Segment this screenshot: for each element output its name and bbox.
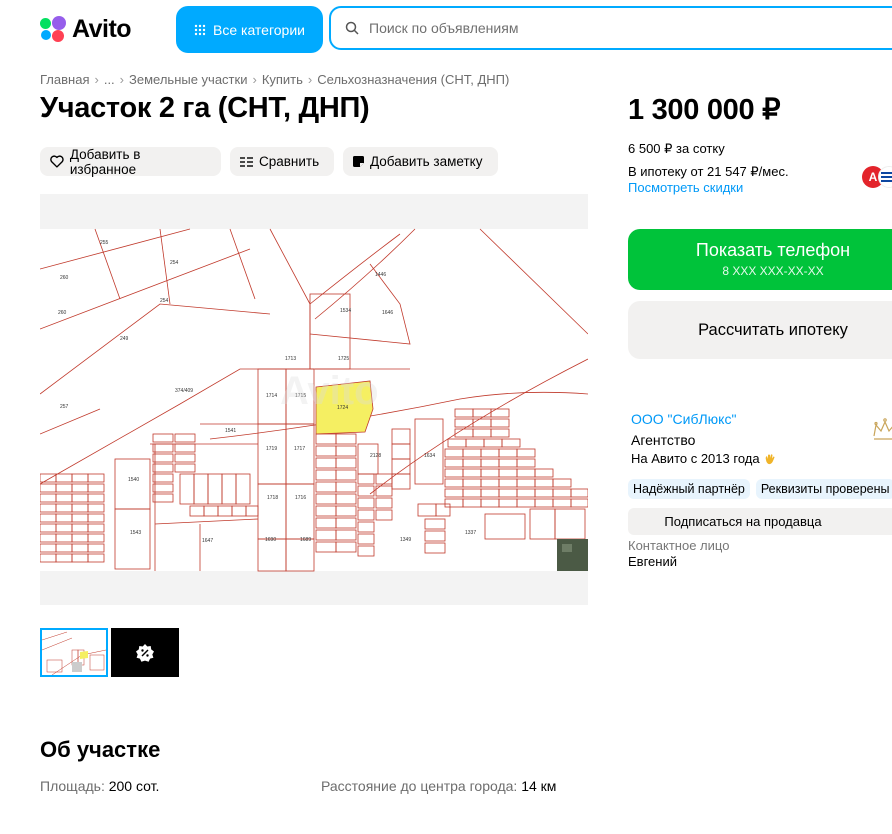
show-phone-label: Показать телефон [695, 240, 851, 260]
seller-logo[interactable] [870, 414, 892, 444]
listing-price: 1 300 000 ₽ [628, 94, 781, 126]
breadcrumb-separator: › [119, 72, 125, 87]
distance-param: Расстояние до центра города: 14 км [321, 778, 556, 794]
svg-text:1647: 1647 [202, 538, 213, 544]
seller-since: На Авито с 2013 года [631, 451, 776, 466]
breadcrumb-separator: › [307, 72, 313, 87]
breadcrumb-separator: › [94, 72, 99, 87]
mortgage-info: В ипотеку от 21 547 ₽/мес. [628, 164, 789, 179]
listing-photo[interactable]: 255 254 260 254 260 249 374/409 257 1541 1713 1… [40, 194, 588, 605]
calculate-mortgage-label: Рассчитать ипотеку [698, 320, 848, 339]
svg-text:254: 254 [170, 260, 179, 266]
seller-since-text: На Авито с 2013 года [631, 451, 760, 466]
note-icon [353, 156, 364, 167]
svg-text:1718: 1718 [267, 495, 278, 501]
listing-title: Участок 2 га (СНТ, ДНП) [40, 92, 370, 124]
compare-icon [240, 156, 253, 167]
svg-text:1541: 1541 [225, 428, 236, 434]
subscribe-label: Подписаться на продавца [664, 514, 822, 529]
breadcrumb-ellipsis[interactable]: ... [104, 72, 115, 87]
photo-thumbnail-map[interactable] [40, 628, 108, 677]
calculate-mortgage-button[interactable]: Рассчитать ипотеку [628, 301, 892, 359]
svg-text:254: 254 [160, 298, 169, 304]
svg-text:257: 257 [60, 404, 69, 410]
svg-text:1725: 1725 [338, 356, 349, 362]
add-note-button[interactable]: Добавить заметку [343, 147, 498, 176]
show-phone-button[interactable]: Показать телефон 8 XXX XXX-XX-XX [628, 229, 892, 290]
cadastral-map-image: 255 254 260 254 260 249 374/409 257 1541 1713 1… [40, 228, 588, 572]
svg-text:1719: 1719 [266, 446, 277, 452]
area-label: Площадь: [40, 778, 105, 794]
search-icon [345, 21, 359, 35]
svg-text:260: 260 [58, 310, 67, 316]
contact-person-name: Евгений [628, 554, 677, 569]
hand-wave-icon [765, 453, 775, 464]
breadcrumb: Главная › ... › Земельные участки › Купи… [40, 72, 509, 87]
heart-icon [50, 155, 64, 168]
svg-text:249: 249 [120, 336, 129, 342]
svg-text:260: 260 [60, 275, 69, 281]
svg-text:1446: 1446 [375, 272, 386, 278]
svg-text:1634: 1634 [424, 453, 435, 459]
compare-button[interactable]: Сравнить [230, 147, 334, 176]
seller-badges: Надёжный партнёр Реквизиты проверены [628, 479, 892, 499]
price-per-unit: 6 500 ₽ за сотку [628, 141, 725, 156]
breadcrumb-agricultural[interactable]: Сельхозназначения (СНТ, ДНП) [317, 72, 509, 87]
search-bar[interactable] [329, 6, 892, 50]
all-categories-label: Все категории [213, 21, 305, 38]
photo-badge-icon [136, 643, 154, 662]
seller-type: Агентство [631, 432, 696, 448]
all-categories-button[interactable]: Все категории [176, 6, 323, 53]
breadcrumb-land-plots[interactable]: Земельные участки [129, 72, 247, 87]
avito-logo-dots-icon [40, 16, 66, 42]
distance-label: Расстояние до центра города: [321, 778, 518, 794]
area-value: 200 сот. [108, 778, 160, 794]
svg-text:1646: 1646 [382, 310, 393, 316]
logo-text: Avito [72, 14, 132, 43]
add-to-favorites-button[interactable]: Добавить в избранное [40, 146, 221, 177]
trusted-partner-badge: Надёжный партнёр [628, 479, 750, 499]
svg-text:1540: 1540 [128, 477, 139, 483]
listing-actions: Добавить в избранное Сравнить Добавить з… [40, 146, 498, 177]
svg-text:1716: 1716 [295, 495, 306, 501]
avito-logo[interactable]: Avito [40, 14, 132, 44]
verified-details-badge: Реквизиты проверены [755, 479, 892, 499]
note-label: Добавить заметку [370, 154, 483, 169]
breadcrumb-separator: › [252, 72, 257, 87]
crown-logo-icon [873, 418, 892, 440]
distance-value: 14 км [521, 778, 557, 794]
contact-person-label: Контактное лицо [628, 538, 730, 553]
bank-logos: А [862, 166, 892, 188]
svg-text:255: 255 [100, 240, 109, 246]
svg-text:1713: 1713 [285, 356, 296, 362]
breadcrumb-buy[interactable]: Купить [262, 72, 303, 87]
svg-text:1534: 1534 [340, 308, 351, 314]
svg-text:1349: 1349 [400, 537, 411, 543]
area-param: Площадь: 200 сот. [40, 778, 159, 794]
svg-text:2128: 2128 [370, 453, 381, 459]
search-input[interactable] [367, 19, 821, 37]
seller-name-link[interactable]: ООО "СибЛюкс" [631, 411, 736, 427]
svg-text:1690: 1690 [265, 537, 276, 543]
grid-dots-icon [194, 24, 206, 35]
favorites-label: Добавить в избранное [69, 146, 141, 177]
svg-text:1714: 1714 [266, 393, 277, 399]
svg-text:Avito: Avito [280, 369, 379, 413]
subscribe-seller-button[interactable]: Подписаться на продавца [628, 508, 892, 535]
photo-thumbnail-more[interactable] [111, 628, 179, 677]
map-thumbnail-image [42, 630, 106, 675]
compare-label: Сравнить [259, 154, 320, 169]
svg-text:374/409: 374/409 [175, 388, 193, 394]
discounts-link[interactable]: Посмотреть скидки [628, 180, 743, 195]
svg-text:1689: 1689 [300, 537, 311, 543]
svg-text:1717: 1717 [294, 446, 305, 452]
svg-text:1337: 1337 [465, 530, 476, 536]
phone-mask: 8 XXX XXX-XX-XX [722, 264, 824, 278]
svg-text:1543: 1543 [130, 530, 141, 536]
about-section-title: Об участке [40, 737, 161, 762]
breadcrumb-home[interactable]: Главная [40, 72, 89, 87]
